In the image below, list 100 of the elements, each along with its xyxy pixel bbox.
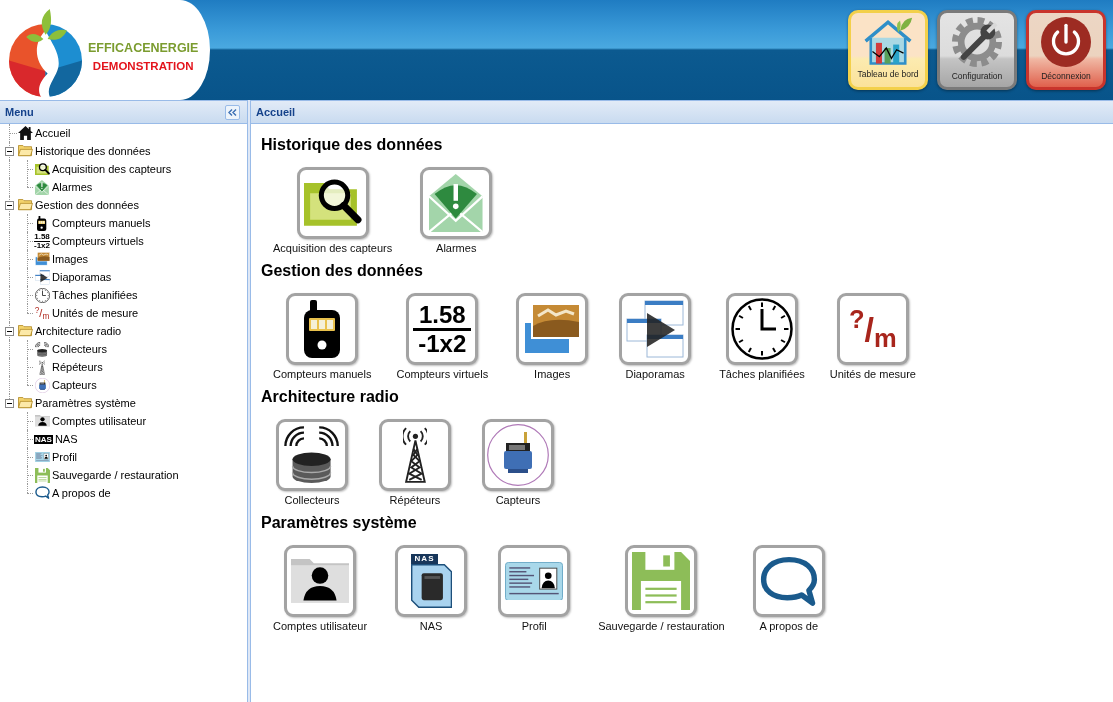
launcher-tile[interactable] (296, 167, 369, 239)
panel-title: Accueil (256, 104, 296, 120)
tree-item[interactable]: Accueil (35, 126, 71, 140)
radio-tower-icon (38, 359, 46, 375)
slideshow-play-icon (34, 269, 50, 285)
envelope-alert-icon (35, 179, 49, 195)
launcher-tile[interactable]: NAS (395, 545, 468, 617)
minus-icon (7, 204, 12, 206)
nas-badge: NAS (34, 434, 53, 444)
brand-tagline: DEMONSTRATION (92, 59, 194, 74)
tile-caption: A propos de (759, 619, 819, 633)
section-title: Gestion des données (261, 261, 424, 281)
launcher-tile[interactable] (516, 293, 589, 365)
launcher-tile[interactable] (276, 419, 348, 491)
tile-caption: Profil (521, 619, 547, 633)
tree-item[interactable]: Images (52, 252, 89, 266)
dashboard-button[interactable]: Tableau de bord (848, 10, 928, 90)
logout-button[interactable]: Déconnexion (1026, 10, 1106, 90)
folder-magnifier-icon (34, 162, 50, 176)
launcher-tile[interactable] (498, 545, 571, 617)
tree-item[interactable]: A propos de (52, 486, 111, 500)
launcher-tile[interactable] (420, 167, 493, 239)
sensor-device-icon (34, 377, 50, 393)
photos-icon (523, 303, 582, 355)
tile-caption: Capteurs (495, 493, 541, 507)
launcher-tile[interactable]: $^{?}$/$_{m}$ (836, 293, 909, 365)
unit-fraction-label: $^{?}$/$_{m}$ (849, 309, 897, 349)
tree-item[interactable]: Collecteurs (52, 342, 108, 356)
slideshow-play-icon (626, 300, 685, 358)
tree-item[interactable]: Unités de mesure (52, 306, 139, 320)
handheld-meter-icon (304, 300, 341, 358)
folder-icon (17, 325, 33, 337)
collapse-button[interactable] (225, 104, 240, 120)
tile-caption: Tâches planifiées (719, 367, 805, 381)
launcher-tile[interactable] (482, 419, 554, 491)
folder-magnifier-icon (303, 179, 362, 227)
house-icon (17, 126, 33, 140)
tree-item[interactable]: Diaporamas (52, 270, 112, 284)
unit-fraction-label: $^{?}$/$_{m}$ (34, 307, 50, 319)
section-title: Paramètres système (261, 513, 418, 533)
clock-icon (34, 287, 50, 303)
tree-item[interactable]: Acquisition des capteurs (52, 162, 172, 176)
gear-wrench-icon (952, 17, 1002, 67)
launcher-tile[interactable] (619, 293, 692, 365)
tree-item[interactable]: Paramètres système (35, 396, 136, 410)
launcher-tile[interactable] (284, 545, 357, 617)
launcher-tile[interactable] (625, 545, 698, 617)
clock-icon (730, 298, 793, 360)
panel-title: Menu (5, 104, 34, 120)
power-icon (1041, 17, 1091, 67)
minus-icon (7, 330, 12, 332)
tile-caption: Images (534, 367, 571, 381)
tree-item[interactable]: Tâches planifiées (52, 288, 138, 302)
handheld-meter-icon (37, 215, 47, 231)
envelope-alert-icon (429, 174, 483, 232)
launcher-tile[interactable] (286, 293, 359, 365)
launcher-tile[interactable]: 1.58 -1x2 (406, 293, 479, 365)
tree-toggle[interactable] (5, 326, 14, 336)
section-title: Architecture radio (261, 387, 400, 407)
tree-item[interactable]: Sauvegarde / restauration (52, 468, 179, 482)
signal-disk-stack-icon (34, 341, 50, 357)
tree-item[interactable]: Compteurs manuels (52, 216, 151, 230)
nas-label: NAS (410, 554, 439, 564)
section-title: Historique des données (261, 135, 444, 155)
tree-item[interactable]: Comptes utilisateur (52, 414, 147, 428)
speech-bubble-icon (759, 555, 818, 607)
tree-item[interactable]: Historique des données (35, 144, 151, 158)
nas-device-icon (410, 564, 452, 608)
tree-item[interactable]: Architecture radio (35, 324, 122, 338)
tile-caption: Répéteurs (389, 493, 441, 507)
fraction-label: 1.58 -1x2 (413, 302, 472, 356)
photos-icon (34, 252, 50, 266)
fraction-label: 1.58 -1x2 (34, 232, 50, 250)
speech-bubble-icon (34, 486, 50, 500)
launcher-tile[interactable] (725, 293, 798, 365)
tile-caption: Compteurs virtuels (396, 367, 489, 381)
launcher-tile[interactable] (379, 419, 451, 491)
tree-toggle[interactable] (5, 398, 14, 408)
minus-icon (7, 402, 12, 404)
tile-caption: Collecteurs (284, 493, 340, 507)
tile-caption: Unités de mesure (829, 367, 916, 381)
tile-caption: Diaporamas (625, 367, 685, 381)
launcher-tile[interactable] (752, 545, 825, 617)
tile-caption: NAS (419, 619, 443, 633)
tree-item[interactable]: Profil (52, 450, 78, 464)
tree-item[interactable]: Compteurs virtuels (52, 234, 144, 248)
tree-item[interactable]: Répéteurs (52, 360, 103, 374)
tree-toggle[interactable] (5, 200, 14, 210)
tree-toggle[interactable] (5, 146, 14, 156)
folder-icon (17, 199, 33, 211)
minus-icon (7, 150, 12, 152)
id-card-icon (34, 451, 50, 463)
configuration-button[interactable]: Configuration (937, 10, 1017, 90)
tile-caption: Acquisition des capteurs (273, 241, 393, 255)
tree-item[interactable]: Gestion des données (35, 198, 139, 212)
tree-item[interactable]: NAS (54, 432, 78, 446)
tree-item[interactable]: Capteurs (52, 378, 97, 392)
tree-item[interactable]: Alarmes (52, 180, 93, 194)
folder-icon (17, 145, 33, 157)
tile-caption: Alarmes (436, 241, 477, 255)
